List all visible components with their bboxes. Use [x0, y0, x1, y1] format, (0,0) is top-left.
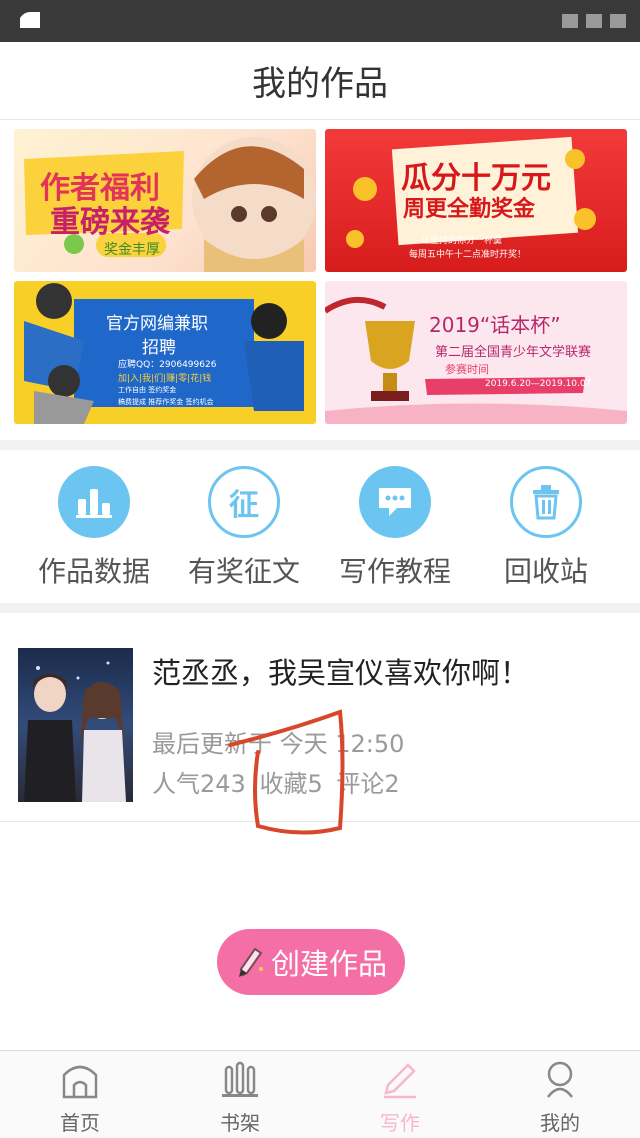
feature-recycle-bin[interactable]: 回收站 — [471, 466, 621, 590]
banner-3-perk: 工作自由 — [118, 386, 146, 394]
status-indicators — [562, 14, 626, 28]
banner-weekly-bonus[interactable]: 瓜分十万元 周更全勤奖金 让坚持的你分一杯羹 每周五中午十二点准时开奖！ — [325, 129, 627, 272]
feature-row: 作品数据 征 有奖征文 写作教程 回收站 — [0, 450, 640, 603]
work-stats: 人气243 收藏5 评论2 — [152, 764, 406, 799]
work-last-updated: 最后更新于 今天 12:50 — [152, 730, 405, 758]
banner-4-dates: 2019.6.20—2019.10.07 — [485, 379, 592, 389]
zheng-icon: 征 — [208, 466, 280, 538]
banner-3-line-1: 官方网编兼职 — [106, 314, 208, 334]
banner-3-perks-2: 稿费提成 推荐作奖金 签约机会 — [118, 397, 213, 407]
page-title: 我的作品 — [252, 64, 388, 104]
chat-bubble-icon — [359, 466, 431, 538]
work-item[interactable]: 范丞丞，我吴宣仪喜欢你啊！ 最后更新于 今天 12:50 人气243 收藏5 评… — [0, 612, 640, 822]
create-work-label: 创建作品 — [270, 949, 387, 981]
work-cover-art — [24, 661, 126, 802]
tab-bookshelf-label: 书架 — [220, 1111, 260, 1135]
banner-3-perks: 工作自由 签约奖金 — [118, 385, 176, 395]
work-comments: 评论2 — [336, 770, 400, 798]
feature-writing-tutorial-label: 写作教程 — [338, 555, 451, 588]
banner-3-perk: 签约机会 — [185, 398, 214, 406]
feature-work-data[interactable]: 作品数据 — [19, 466, 169, 590]
trash-icon — [510, 466, 582, 538]
bookshelf-icon — [222, 1061, 258, 1097]
tab-bookshelf[interactable]: 书架 — [180, 1059, 300, 1136]
tab-writing[interactable]: 写作 — [340, 1059, 460, 1136]
tab-writing-label: 写作 — [380, 1111, 420, 1135]
pencil-icon — [384, 1063, 416, 1099]
feature-essay-contest-label: 有奖征文 — [187, 555, 300, 588]
banner-3-perk: 稿费提成 — [118, 398, 146, 406]
bar-chart-icon — [58, 466, 130, 538]
feature-recycle-bin-label: 回收站 — [503, 555, 588, 588]
work-cover[interactable] — [18, 648, 133, 802]
feature-essay-contest[interactable]: 征 有奖征文 — [169, 466, 319, 590]
banner-huaben-cup[interactable]: 2019“话本杯” 第二届全国青少年文学联赛 参赛时间 2019.6.20—20… — [325, 281, 627, 424]
work-title[interactable]: 范丞丞，我吴宣仪喜欢你啊！ — [152, 650, 529, 692]
tab-home-label: 首页 — [60, 1111, 100, 1135]
banner-2-sub-2: 每周五中午十二点准时开奖！ — [409, 250, 527, 260]
banner-grid: 作者福利 重磅来袭 奖金丰厚 瓜分十万元 周更全勤奖金 让坚持的你分一杯羹 每周… — [0, 121, 640, 441]
banner-3-perk: 推荐作奖金 — [148, 398, 184, 406]
banner-1-tag: 奖金丰厚 — [104, 242, 160, 258]
status-bar — [0, 0, 640, 42]
feature-work-data-label: 作品数据 — [37, 555, 150, 588]
banner-3-perk: 签约奖金 — [148, 386, 177, 394]
section-divider — [0, 440, 640, 450]
status-icon — [20, 12, 40, 28]
banner-3-tags: 加|入|我|们|赚|零|花|钱 — [118, 374, 212, 384]
banner-1-line-2: 重磅来袭 — [50, 205, 170, 240]
pencil-icon — [238, 947, 263, 977]
tab-profile-label: 我的 — [540, 1111, 580, 1135]
work-popularity: 人气243 — [152, 770, 246, 798]
banner-3-contact: 应聘QQ：2906499626 — [118, 360, 217, 370]
banner-2-sub-1: 让坚持的你分一杯羹 — [421, 236, 503, 246]
feature-writing-tutorial[interactable]: 写作教程 — [320, 466, 470, 590]
banner-editor-recruit[interactable]: 官方网编兼职 招聘 应聘QQ：2906499626 加|入|我|们|赚|零|花|… — [14, 281, 316, 424]
banner-author-welfare[interactable]: 作者福利 重磅来袭 奖金丰厚 — [14, 129, 316, 272]
bottom-tab-bar: 首页 书架 写作 我的 — [0, 1050, 640, 1138]
work-favorites: 收藏5 — [259, 770, 323, 798]
zheng-glyph: 征 — [229, 488, 259, 523]
create-work-button[interactable]: 创建作品 — [217, 929, 405, 995]
banner-4-line-1: 2019“话本杯” — [429, 313, 561, 337]
banner-3-line-2: 招聘 — [142, 338, 176, 358]
banner-2-line-2: 周更全勤奖金 — [403, 197, 536, 222]
tab-profile[interactable]: 我的 — [500, 1059, 620, 1136]
home-icon — [62, 1065, 98, 1099]
tab-home[interactable]: 首页 — [20, 1059, 140, 1136]
profile-icon — [547, 1061, 573, 1098]
banner-4-dates-label: 参赛时间 — [445, 363, 489, 376]
banner-4-line-2: 第二届全国青少年文学联赛 — [435, 345, 592, 360]
page-header: 我的作品 — [0, 42, 640, 120]
